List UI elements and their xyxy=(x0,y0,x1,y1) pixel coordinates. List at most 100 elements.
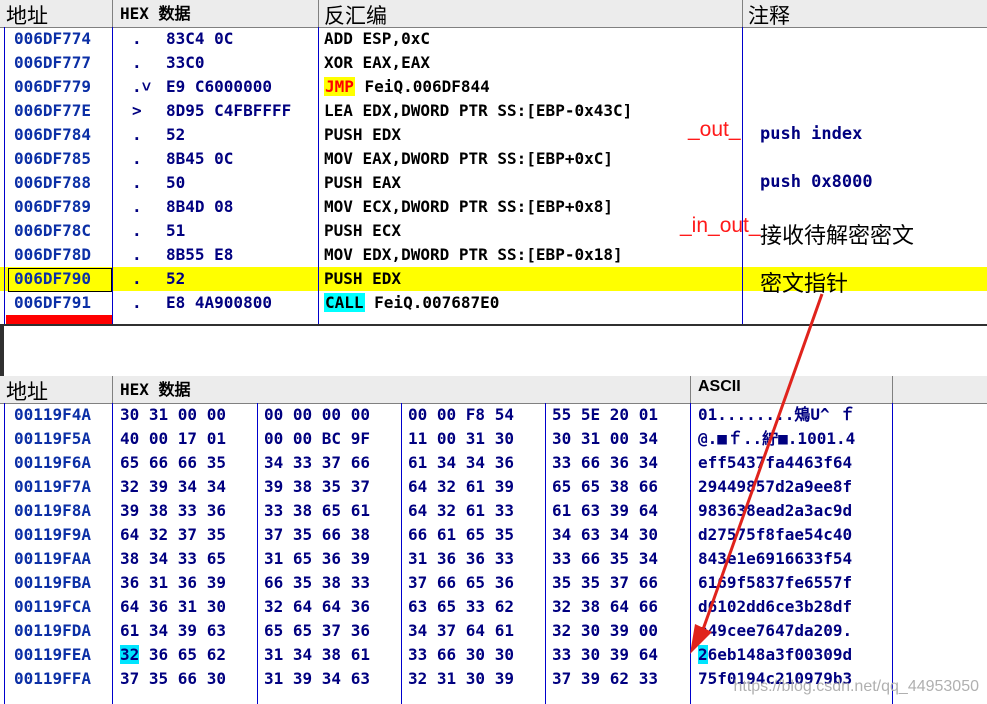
dump-row-address: 00119F8A xyxy=(14,501,92,520)
dump-row[interactable]: 00119FEA 32 36 65 62 31 34 38 61 33 66 30 3… xyxy=(0,643,892,667)
dump-row[interactable]: 00119F7A 32 39 34 34 39 38 35 37 64 32 61 3… xyxy=(0,475,892,499)
dump-ascii: 26eb148a3f00309d xyxy=(698,645,853,664)
dump-row[interactable]: 00119F8A 39 38 33 36 33 38 65 61 64 32 61 3… xyxy=(0,499,892,523)
disasm-row[interactable]: 006DF78D. 8B55 E8 MOV EDX,DWORD PTR SS:[EB… xyxy=(0,243,742,267)
row-instruction: JMP FeiQ.006DF844 xyxy=(324,75,490,99)
dump-hex-group: 38 34 33 65 xyxy=(120,549,226,568)
row-address: 006DF77E xyxy=(14,101,92,120)
disasm-row[interactable]: 006DF791. E8 4A900800 CALL FeiQ.007687E0 xyxy=(0,291,742,315)
instruction-operands: LEA EDX,DWORD PTR SS:[EBP-0x43C] xyxy=(324,101,633,120)
disasm-row[interactable]: 006DF777. 33C0 XOR EAX,EAX xyxy=(0,51,742,75)
comment-push-0x8000: push 0x8000 xyxy=(760,172,873,192)
dump-hex-group: 63 65 33 62 xyxy=(408,597,514,616)
dump-hex-group: 55 5E 20 01 xyxy=(552,405,658,424)
dump-selected-char[interactable]: 2 xyxy=(698,645,708,664)
dump-hex-group: 30 31 00 00 xyxy=(120,405,226,424)
disasm-row[interactable]: 006DF77E >8D95 C4FBFFFF LEA EDX,DWORD PTR … xyxy=(0,99,742,123)
col-header-comment[interactable]: 注释 xyxy=(748,0,790,30)
dump-hex-group: 37 35 66 30 xyxy=(120,669,226,688)
dump-hex-group: 64 32 37 35 xyxy=(120,525,226,544)
annotation-ciphertext-pointer: 密文指针 xyxy=(760,271,849,296)
row-hex: 51 xyxy=(166,221,186,240)
dump-ascii: 983638ead2a3ac9d xyxy=(698,501,853,520)
col-header-address[interactable]: 地址 xyxy=(6,0,48,30)
dump-row[interactable]: 00119F6A 65 66 66 35 34 33 37 66 61 34 34 3… xyxy=(0,451,892,475)
dump-ascii: d27575f8fae54c40 xyxy=(698,525,853,544)
dump-col-header-address[interactable]: 地址 xyxy=(6,376,48,406)
dump-hex-group: 31 36 36 33 xyxy=(408,549,514,568)
dump-hex-group: 39 38 35 37 xyxy=(264,477,370,496)
dump-ascii: 6169f5837fe6557f xyxy=(698,573,853,592)
col-header-disasm[interactable]: 反汇编 xyxy=(324,0,387,30)
dump-hex-group: 61 34 34 36 xyxy=(408,453,514,472)
dump-hex-group: 32 31 30 39 xyxy=(408,669,514,688)
row-jump-mark: . xyxy=(132,29,142,48)
disasm-row[interactable]: 006DF789. 8B4D 08 MOV ECX,DWORD PTR SS:[EB… xyxy=(0,195,742,219)
row-instruction: PUSH EDX xyxy=(324,267,401,291)
row-instruction: CALL FeiQ.007687E0 xyxy=(324,291,499,315)
row-address: 006DF785 xyxy=(14,149,92,168)
instruction-operands: XOR EAX,EAX xyxy=(324,53,430,72)
dump-col-header-hex[interactable]: HEX 数据 xyxy=(120,376,191,401)
row-address: 006DF784 xyxy=(14,125,92,144)
dump-pane: 地址 HEX 数据 ASCII 00119F4A 30 31 00 00 00 00… xyxy=(0,376,987,704)
row-instruction: XOR EAX,EAX xyxy=(324,51,430,75)
pane-splitter[interactable] xyxy=(0,324,987,378)
dump-hex-group: 11 00 31 30 xyxy=(408,429,514,448)
dump-hex-group: 31 34 38 61 xyxy=(264,645,370,664)
dump-hex-group: 65 66 66 35 xyxy=(120,453,226,472)
dump-hex-group: 64 32 61 39 xyxy=(408,477,514,496)
partial-row-stub xyxy=(6,315,112,324)
row-jump-mark: . xyxy=(132,245,142,264)
dump-row[interactable]: 00119F9A 64 32 37 35 37 35 66 38 66 61 65 3… xyxy=(0,523,892,547)
comment-push-index: push index xyxy=(760,124,863,144)
dump-hex-group: 30 31 00 34 xyxy=(552,429,658,448)
call-keyword: CALL xyxy=(324,293,365,312)
disasm-row[interactable]: 006DF784. 52 PUSH EDX xyxy=(0,123,742,147)
col-header-hex[interactable]: HEX 数据 xyxy=(120,0,191,25)
dump-row[interactable]: 00119FCA 64 36 31 30 32 64 64 36 63 65 33 6… xyxy=(0,595,892,619)
row-address: 006DF789 xyxy=(14,197,92,216)
dump-col-header-ascii[interactable]: ASCII xyxy=(698,378,741,396)
dump-row-address: 00119FBA xyxy=(14,573,92,592)
dump-hex-group: 65 65 37 36 xyxy=(264,621,370,640)
row-hex: 52 xyxy=(166,125,186,144)
dump-selected-byte[interactable]: 32 xyxy=(120,645,140,664)
dump-row[interactable]: 00119FDA 61 34 39 63 65 65 37 36 34 37 64 6… xyxy=(0,619,892,643)
dump-hex-group: 34 33 37 66 xyxy=(264,453,370,472)
dump-ascii: 29449857d2a9ee8f xyxy=(698,477,853,496)
row-hex: E9 C6000000 xyxy=(166,77,272,96)
dump-hex-group: 32 39 34 34 xyxy=(120,477,226,496)
row-instruction: PUSH ECX xyxy=(324,219,401,243)
disasm-row[interactable]: 006DF779 .˅ E9 C6000000 JMP FeiQ.006DF844 xyxy=(0,75,742,99)
row-hex: 83C4 0C xyxy=(166,29,234,48)
col-header-hex-label: HEX 数据 xyxy=(120,4,191,23)
dump-row[interactable]: 00119F5A 40 00 17 01 00 00 BC 9F 11 00 31 3… xyxy=(0,427,892,451)
disasm-pane: 地址 HEX 数据 反汇编 注释 006DF774. 83C4 0C ADD ESP… xyxy=(0,0,987,324)
dump-ascii: d6102dd6ce3b28df xyxy=(698,597,853,616)
row-address: 006DF788 xyxy=(14,173,92,192)
dump-row[interactable]: 00119FAA 38 34 33 65 31 65 36 39 31 36 36 3… xyxy=(0,547,892,571)
dump-hex-group: 61 63 39 64 xyxy=(552,501,658,520)
dump-row-address: 00119FCA xyxy=(14,597,92,616)
dump-hex-group: 35 35 37 66 xyxy=(552,573,658,592)
dump-row-address: 00119F4A xyxy=(14,405,92,424)
instruction-operands: FeiQ.007687E0 xyxy=(364,293,500,312)
disasm-row[interactable]: 006DF788. 50 PUSH EAX xyxy=(0,171,742,195)
instruction-operands: ADD ESP,0xC xyxy=(324,29,430,48)
disasm-row[interactable]: 006DF785. 8B45 0C MOV EAX,DWORD PTR SS:[EB… xyxy=(0,147,742,171)
disasm-row[interactable]: 006DF78C. 51 PUSH ECX xyxy=(0,219,742,243)
disasm-row[interactable]: 006DF774. 83C4 0C ADD ESP,0xC xyxy=(0,27,742,51)
dump-row[interactable]: 00119F4A 30 31 00 00 00 00 00 00 00 00 F8 5… xyxy=(0,403,892,427)
dump-hex-group: 34 63 34 30 xyxy=(552,525,658,544)
row-hex: 8B45 0C xyxy=(166,149,234,168)
row-jump-mark: . xyxy=(132,269,142,288)
disasm-row[interactable]: 006DF790. 52 PUSH EDX xyxy=(0,267,742,291)
dump-hex-group: 33 30 39 64 xyxy=(552,645,658,664)
row-address: 006DF774 xyxy=(14,29,92,48)
dump-ascii: 01........鴙U^ ｆ xyxy=(698,405,856,424)
dump-hex-group: 32 64 64 36 xyxy=(264,597,370,616)
dump-hex-group: 66 35 38 33 xyxy=(264,573,370,592)
dump-ascii: eff5437fa4463f64 xyxy=(698,453,853,472)
dump-row[interactable]: 00119FBA 36 31 36 39 66 35 38 33 37 66 65 3… xyxy=(0,571,892,595)
